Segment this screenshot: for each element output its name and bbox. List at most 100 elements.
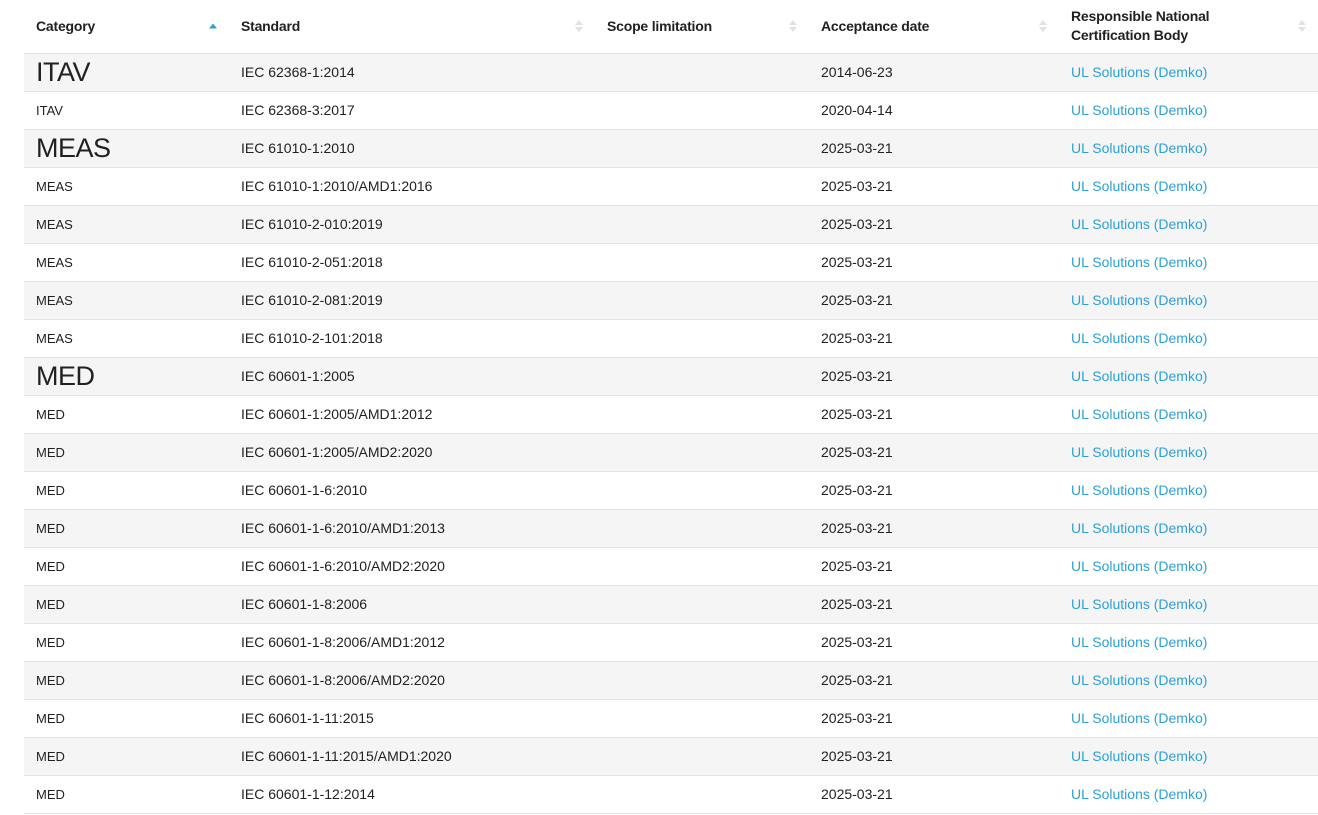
standard-cell: IEC 60601-1-8:2006 [229, 585, 595, 623]
scope-limitation-cell [595, 281, 809, 319]
standard-cell: IEC 61010-2-101:2018 [229, 319, 595, 357]
scope-limitation-cell [595, 91, 809, 129]
category-cell: MED [24, 357, 229, 395]
acceptance-date-cell: 2025-03-21 [809, 775, 1059, 813]
standard-cell: IEC 60601-1:2005/AMD1:2012 [229, 395, 595, 433]
certification-body-link[interactable]: UL Solutions (Demko) [1071, 520, 1207, 536]
certification-body-link[interactable]: UL Solutions (Demko) [1071, 596, 1207, 612]
column-header-label: Category [36, 18, 95, 34]
category-cell: MED [24, 737, 229, 775]
category-cell: MED [24, 509, 229, 547]
column-header-acceptance-date[interactable]: Acceptance date [809, 0, 1059, 53]
certification-body-link[interactable]: UL Solutions (Demko) [1071, 786, 1207, 802]
standard-cell: IEC 62368-3:2017 [229, 91, 595, 129]
table-row: MEAS IEC 61010-2-081:2019 2025-03-21 UL … [24, 281, 1318, 319]
certification-body-link[interactable]: UL Solutions (Demko) [1071, 368, 1207, 384]
acceptance-date-cell: 2014-06-23 [809, 53, 1059, 91]
scope-limitation-cell [595, 471, 809, 509]
certification-body-link[interactable]: UL Solutions (Demko) [1071, 634, 1207, 650]
sort-arrows-icon [789, 20, 797, 32]
acceptance-date-cell: 2025-03-21 [809, 585, 1059, 623]
acceptance-date-cell: 2025-03-21 [809, 281, 1059, 319]
table-row: MED IEC 60601-1-8:2006/AMD2:2020 2025-03… [24, 661, 1318, 699]
acceptance-date-cell: 2025-03-21 [809, 471, 1059, 509]
certification-body-link[interactable]: UL Solutions (Demko) [1071, 254, 1207, 270]
certification-body-link[interactable]: UL Solutions (Demko) [1071, 710, 1207, 726]
standard-cell: IEC 60601-1-11:2015 [229, 699, 595, 737]
column-header-category[interactable]: Category [24, 0, 229, 53]
acceptance-date-cell: 2025-03-21 [809, 699, 1059, 737]
category-cell: MEAS [24, 281, 229, 319]
certification-body-link[interactable]: UL Solutions (Demko) [1071, 482, 1207, 498]
certification-body-cell: UL Solutions (Demko) [1059, 243, 1318, 281]
standard-cell: IEC 61010-2-051:2018 [229, 243, 595, 281]
column-header-certification-body[interactable]: Responsible National Certification Body [1059, 0, 1318, 53]
table-row: MEAS IEC 61010-2-010:2019 2025-03-21 UL … [24, 205, 1318, 243]
scope-limitation-cell [595, 737, 809, 775]
certification-body-cell: UL Solutions (Demko) [1059, 509, 1318, 547]
certification-body-cell: UL Solutions (Demko) [1059, 129, 1318, 167]
certification-body-cell: UL Solutions (Demko) [1059, 395, 1318, 433]
scope-limitation-cell [595, 623, 809, 661]
scope-limitation-cell [595, 357, 809, 395]
scope-limitation-cell [595, 243, 809, 281]
acceptance-date-cell: 2020-04-14 [809, 91, 1059, 129]
table-row: MEAS IEC 61010-1:2010 2025-03-21 UL Solu… [24, 129, 1318, 167]
certification-body-link[interactable]: UL Solutions (Demko) [1071, 178, 1207, 194]
standard-cell: IEC 62368-1:2014 [229, 53, 595, 91]
certification-body-link[interactable]: UL Solutions (Demko) [1071, 748, 1207, 764]
table-row: MED IEC 60601-1-6:2010/AMD1:2013 2025-03… [24, 509, 1318, 547]
acceptance-date-cell: 2025-03-21 [809, 205, 1059, 243]
standard-cell: IEC 61010-2-010:2019 [229, 205, 595, 243]
scope-limitation-cell [595, 167, 809, 205]
certification-body-cell: UL Solutions (Demko) [1059, 699, 1318, 737]
acceptance-date-cell: 2025-03-21 [809, 167, 1059, 205]
certification-body-link[interactable]: UL Solutions (Demko) [1071, 102, 1207, 118]
standard-cell: IEC 60601-1:2005/AMD2:2020 [229, 433, 595, 471]
acceptance-date-cell: 2025-03-21 [809, 357, 1059, 395]
certification-body-link[interactable]: UL Solutions (Demko) [1071, 216, 1207, 232]
column-header-label: Scope limitation [607, 18, 712, 34]
category-cell: ITAV [24, 91, 229, 129]
table-row: MED IEC 60601-1:2005/AMD1:2012 2025-03-2… [24, 395, 1318, 433]
scope-limitation-cell [595, 775, 809, 813]
table-header: Category Standard Scope limitation [24, 0, 1318, 53]
certification-body-cell: UL Solutions (Demko) [1059, 737, 1318, 775]
category-cell: MED [24, 471, 229, 509]
scope-limitation-cell [595, 129, 809, 167]
scope-limitation-cell [595, 395, 809, 433]
standards-table-container: Category Standard Scope limitation [24, 0, 1318, 814]
column-header-label: Acceptance date [821, 18, 929, 34]
category-cell: ITAV [24, 53, 229, 91]
certification-body-cell: UL Solutions (Demko) [1059, 623, 1318, 661]
standard-cell: IEC 60601-1-8:2006/AMD2:2020 [229, 661, 595, 699]
acceptance-date-cell: 2025-03-21 [809, 243, 1059, 281]
certification-body-link[interactable]: UL Solutions (Demko) [1071, 444, 1207, 460]
certification-body-link[interactable]: UL Solutions (Demko) [1071, 330, 1207, 346]
standard-cell: IEC 61010-1:2010 [229, 129, 595, 167]
certification-body-link[interactable]: UL Solutions (Demko) [1071, 672, 1207, 688]
acceptance-date-cell: 2025-03-21 [809, 661, 1059, 699]
certification-body-cell: UL Solutions (Demko) [1059, 53, 1318, 91]
certification-body-link[interactable]: UL Solutions (Demko) [1071, 406, 1207, 422]
certification-body-link[interactable]: UL Solutions (Demko) [1071, 558, 1207, 574]
standards-table: Category Standard Scope limitation [24, 0, 1318, 814]
table-row: MED IEC 60601-1:2005/AMD2:2020 2025-03-2… [24, 433, 1318, 471]
table-row: MED IEC 60601-1-6:2010 2025-03-21 UL Sol… [24, 471, 1318, 509]
column-header-standard[interactable]: Standard [229, 0, 595, 53]
sort-arrows-icon [1298, 20, 1306, 32]
table-row: MED IEC 60601-1:2005 2025-03-21 UL Solut… [24, 357, 1318, 395]
certification-body-link[interactable]: UL Solutions (Demko) [1071, 292, 1207, 308]
scope-limitation-cell [595, 433, 809, 471]
certification-body-link[interactable]: UL Solutions (Demko) [1071, 140, 1207, 156]
acceptance-date-cell: 2025-03-21 [809, 129, 1059, 167]
scope-limitation-cell [595, 547, 809, 585]
certification-body-link[interactable]: UL Solutions (Demko) [1071, 64, 1207, 80]
scope-limitation-cell [595, 509, 809, 547]
column-header-scope-limitation[interactable]: Scope limitation [595, 0, 809, 53]
column-header-label: Responsible National Certification Body [1071, 8, 1209, 43]
certification-body-cell: UL Solutions (Demko) [1059, 471, 1318, 509]
acceptance-date-cell: 2025-03-21 [809, 737, 1059, 775]
scope-limitation-cell [595, 585, 809, 623]
table-row: MED IEC 60601-1-8:2006/AMD1:2012 2025-03… [24, 623, 1318, 661]
